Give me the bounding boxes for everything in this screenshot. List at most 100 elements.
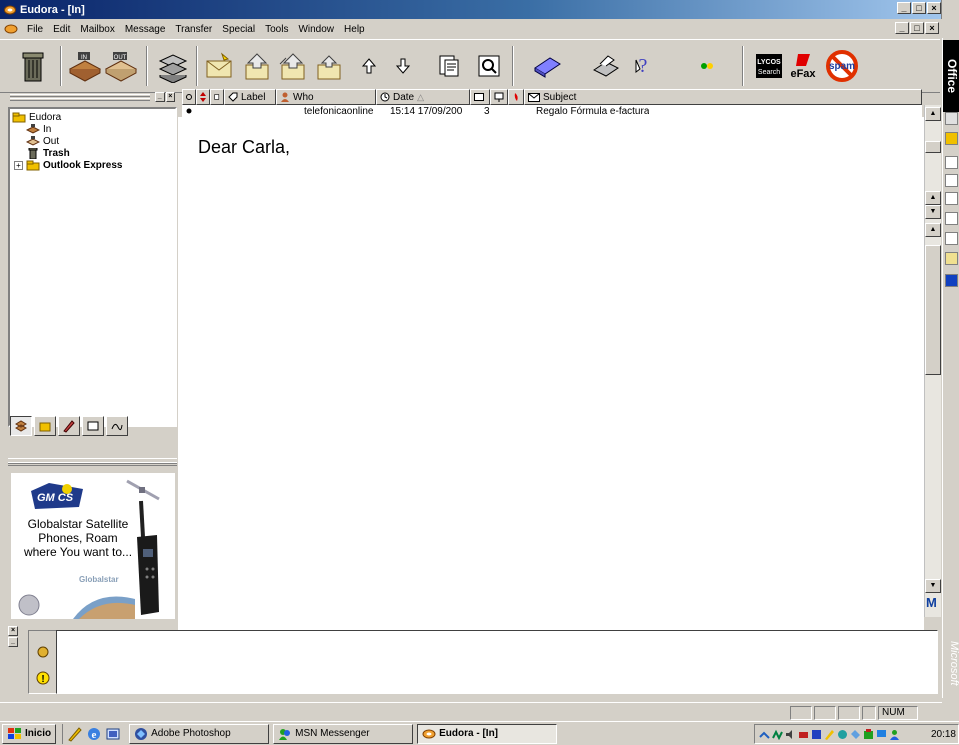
task-adobe-photoshop[interactable]: Adobe Photoshop	[129, 723, 270, 744]
mdi-close-button[interactable]: ×	[925, 22, 939, 34]
tray-scheduler-icon[interactable]	[837, 729, 848, 740]
trash-button[interactable]	[16, 46, 50, 86]
tray-sync-icon[interactable]	[850, 729, 861, 740]
office-new-doc-icon[interactable]	[945, 112, 958, 125]
col-priority[interactable]	[196, 89, 210, 105]
office-journal-icon[interactable]	[945, 232, 958, 245]
pane-close-button[interactable]: ×	[165, 92, 175, 102]
col-mood[interactable]	[508, 89, 524, 105]
tree-item-out[interactable]: Out	[12, 135, 173, 147]
menu-transfer[interactable]: Transfer	[170, 24, 217, 35]
mdi-minimize-button[interactable]: _	[895, 22, 909, 34]
filter-button[interactable]	[690, 46, 724, 86]
mailbox-pane-caption[interactable]: _ ×	[8, 91, 177, 105]
col-who[interactable]: Who	[276, 89, 376, 105]
tray-connection-icon[interactable]	[772, 729, 783, 740]
tree-item-trash[interactable]: Trash	[12, 147, 173, 159]
tab-signatures[interactable]	[106, 416, 128, 436]
tree-item-outlook-express[interactable]: + Outlook Express	[12, 159, 173, 171]
col-attachment[interactable]	[210, 89, 224, 105]
split-down-button[interactable]: ▼	[925, 205, 941, 219]
task-msn-messenger[interactable]: MSN Messenger	[273, 723, 414, 744]
tab-mailboxes[interactable]	[10, 416, 32, 436]
show-desktop-icon[interactable]	[105, 726, 121, 742]
preview-scroll-up-button[interactable]: ▲	[925, 223, 941, 237]
menu-tools[interactable]: Tools	[260, 24, 293, 35]
tab-file-browser[interactable]	[34, 416, 56, 436]
title-bar[interactable]: Eudora - [In] _ □ ×	[0, 0, 959, 19]
lycos-search-button[interactable]: LYCOS Search	[754, 46, 784, 86]
col-status[interactable]	[182, 89, 196, 105]
col-server-status[interactable]	[490, 89, 508, 105]
scroll-up-button[interactable]: ▲	[925, 107, 941, 121]
minimize-button[interactable]: _	[897, 2, 911, 14]
menu-file[interactable]: File	[22, 24, 48, 35]
tray-messenger-icon[interactable]	[889, 729, 900, 740]
system-menu-icon[interactable]	[4, 23, 18, 35]
tab-personalities[interactable]	[82, 416, 104, 436]
tree-item-in[interactable]: In	[12, 123, 173, 135]
mailbox-button[interactable]	[156, 46, 190, 86]
menu-message[interactable]: Message	[120, 24, 171, 35]
scroll-down-button[interactable]: ▼	[925, 579, 941, 593]
office-appointment-icon[interactable]	[945, 174, 958, 187]
menu-help[interactable]: Help	[339, 24, 370, 35]
new-message-button[interactable]	[202, 46, 236, 86]
sponsor-ad[interactable]: GM CS Globalstar Satellite Phones, Roam …	[11, 473, 175, 619]
task-eudora[interactable]: Eudora - [In]	[417, 723, 558, 744]
address-book-button[interactable]	[530, 46, 564, 86]
forward-button[interactable]	[312, 46, 346, 86]
task-status-icon[interactable]	[36, 645, 50, 659]
tray-clock[interactable]: 20:18	[931, 729, 958, 740]
col-date[interactable]: Date △	[376, 89, 470, 105]
office-mail-icon[interactable]	[945, 156, 958, 169]
previous-message-button[interactable]	[352, 46, 386, 86]
efax-button[interactable]: eFax	[788, 46, 818, 86]
pane-dock-button[interactable]: _	[155, 92, 165, 102]
start-button[interactable]: Inicio	[2, 723, 57, 744]
office-contact-icon[interactable]	[945, 212, 958, 225]
help-button[interactable]: ?	[626, 46, 660, 86]
check-mail-in-button[interactable]: IN	[68, 46, 102, 86]
office-task-icon[interactable]	[945, 192, 958, 205]
table-row[interactable]: telefonicaonline 15:14 17/09/200 3 Regal…	[182, 105, 922, 117]
tree-item-eudora[interactable]: Eudora	[12, 111, 173, 123]
tray-display-icon[interactable]	[876, 729, 887, 740]
reply-button[interactable]	[240, 46, 274, 86]
panel-dock-button[interactable]: _	[8, 637, 18, 647]
office-note-icon[interactable]	[945, 252, 958, 265]
attach-button[interactable]	[432, 46, 466, 86]
tray-network-icon[interactable]	[759, 729, 770, 740]
close-button[interactable]: ×	[927, 2, 941, 14]
message-preview[interactable]: Dear Carla,	[178, 117, 924, 634]
expand-plus-icon[interactable]: +	[14, 160, 23, 170]
task-status-list[interactable]	[56, 630, 938, 694]
menu-mailbox[interactable]: Mailbox	[75, 24, 119, 35]
col-subject[interactable]: Subject	[524, 89, 922, 105]
tab-stationery[interactable]	[58, 416, 80, 436]
task-error-icon[interactable]: !	[36, 671, 50, 685]
maximize-button[interactable]: □	[912, 2, 926, 14]
internet-explorer-icon[interactable]: e	[86, 726, 102, 742]
office-outlook-icon[interactable]	[945, 274, 958, 287]
print-button[interactable]	[588, 46, 622, 86]
office-bar-label[interactable]: Office	[943, 40, 959, 112]
tray-modem-icon[interactable]	[798, 729, 809, 740]
reply-all-button[interactable]	[276, 46, 310, 86]
vertical-scrollbar[interactable]: ▲ ▲ ▼ ▲ ▼ M	[924, 105, 941, 617]
col-size[interactable]	[470, 89, 490, 105]
col-label[interactable]: Label	[224, 89, 276, 105]
menu-window[interactable]: Window	[293, 24, 339, 35]
tray-volume-icon[interactable]	[785, 729, 796, 740]
panel-close-button[interactable]: ×	[8, 626, 18, 636]
office-corner-icon[interactable]	[941, 0, 959, 19]
office-open-doc-icon[interactable]	[945, 132, 958, 145]
spam-button[interactable]: spam	[822, 46, 862, 86]
mdi-restore-button[interactable]: □	[910, 22, 924, 34]
preview-scroll-thumb[interactable]	[925, 245, 941, 375]
find-button[interactable]	[472, 46, 506, 86]
tray-edit-icon[interactable]	[824, 729, 835, 740]
menu-edit[interactable]: Edit	[48, 24, 75, 35]
tray-antivirus-icon[interactable]	[811, 729, 822, 740]
tray-security-icon[interactable]	[863, 728, 874, 740]
